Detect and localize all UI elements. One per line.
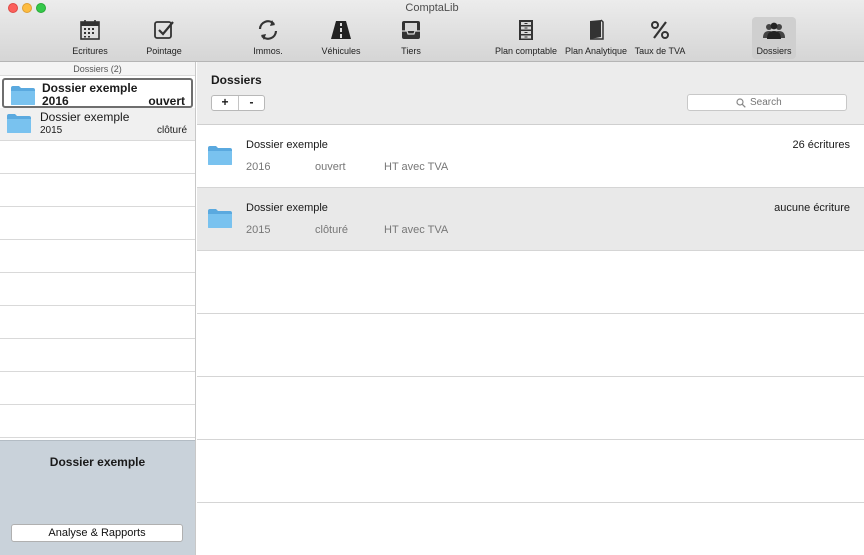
dossier-tax-mode: HT avec TVA [384,161,449,173]
folder-icon [11,86,35,105]
dossier-status: clôturé [156,125,187,136]
dossier-entry-count: aucune écriture [774,202,850,214]
toolbar-label: Taux de TVA [634,46,686,56]
search-icon [736,98,746,108]
folder-icon [7,114,31,133]
inbox-icon [402,21,420,39]
toolbar-immos-button[interactable]: Immos. [250,17,286,59]
road-icon [331,21,351,39]
sidebar-empty-row [0,207,195,240]
empty-row [197,377,864,440]
toolbar-label: Tiers [401,46,421,56]
toolbar-label: Véhicules [321,46,361,56]
window-title: ComptaLib [405,2,459,14]
toolbar-taux-tva-button[interactable]: Taux de TVA [632,17,688,59]
dossier-tax-mode: HT avec TVA [384,224,449,236]
toolbar: ComptaLib Ecritures Pointage Immos. Véhi… [0,0,864,62]
folder-icon [208,209,232,228]
toolbar-label: Immos. [253,46,283,56]
sidebar-empty-row [0,405,195,438]
dossier-year: 2016 [246,161,271,173]
dossier-status: ouvert [148,94,185,108]
selected-dossier-title: Dossier exemple [49,455,146,469]
sidebar-empty-row [0,306,195,339]
toolbar-label: Dossiers [756,46,792,56]
sidebar-item-dossier-2015[interactable]: Dossier exemple 2015 clôturé [0,108,195,141]
dossier-name: Dossier exemple [246,202,328,214]
empty-row [197,440,864,503]
toolbar-label: Ecritures [72,46,108,56]
toolbar-label: Plan comptable [494,46,558,56]
add-remove-control: + - [211,95,265,111]
sidebar-empty-row [0,240,195,273]
dossier-row[interactable]: Dossier exemple 2016 ouvert HT avec TVA … [197,125,864,188]
empty-row [197,251,864,314]
dossier-year: 2016 [42,94,69,108]
dossier-entry-count: 26 écritures [792,139,850,151]
refresh-icon [258,20,278,40]
users-icon [763,22,785,39]
dossier-name: Dossier exemple [246,139,328,151]
dossier-name: Dossier exemple [40,110,130,124]
analyse-rapports-button[interactable]: Analyse & Rapports [11,524,183,542]
remove-dossier-button[interactable]: - [238,96,264,110]
sidebar-empty-row [0,141,195,174]
sidebar-empty-row [0,372,195,405]
toolbar-label: Plan Analytique [564,46,628,56]
sidebar-empty-row [0,174,195,207]
checkbox-icon [154,21,174,39]
sidebar: Dossiers (2) Dossier exemple 2016 ouvert… [0,62,196,555]
add-dossier-button[interactable]: + [212,96,238,110]
toolbar-ecritures-button[interactable]: Ecritures [66,17,114,59]
main-panel: Dossiers + - Dossier exemple 2016 ouvert… [197,62,864,555]
dossier-year: 2015 [40,125,63,136]
empty-row [197,314,864,377]
sidebar-empty-row [0,339,195,372]
dossier-year: 2015 [246,224,271,236]
toolbar-vehicules-button[interactable]: Véhicules [318,17,364,59]
toolbar-plan-analytique-button[interactable]: Plan Analytique [563,17,629,59]
book-icon [590,19,604,40]
toolbar-label: Pointage [146,46,182,56]
sidebar-footer: Dossier exemple Analyse & Rapports [0,440,195,555]
toolbar-dossiers-button[interactable]: Dossiers [752,17,796,59]
percent-icon [651,21,669,39]
dossier-status: ouvert [315,161,346,173]
dossier-status: clôturé [315,224,349,236]
main-header: Dossiers + - [197,62,864,125]
folder-icon [208,146,232,165]
toolbar-pointage-button[interactable]: Pointage [142,17,186,59]
sidebar-empty-row [0,273,195,306]
toolbar-tiers-button[interactable]: Tiers [396,17,426,59]
search-input[interactable] [750,96,840,109]
cabinet-icon [519,20,533,40]
dossier-name: Dossier exemple [42,81,138,95]
page-title: Dossiers [211,73,262,87]
sidebar-item-dossier-2016[interactable]: Dossier exemple 2016 ouvert [2,78,193,108]
sidebar-header: Dossiers (2) [0,62,195,76]
dossier-row[interactable]: Dossier exemple 2015 clôturé HT avec TVA… [197,188,864,251]
calendar-icon [80,20,100,40]
search-field[interactable] [687,94,847,111]
toolbar-plan-comptable-button[interactable]: Plan comptable [492,17,560,59]
